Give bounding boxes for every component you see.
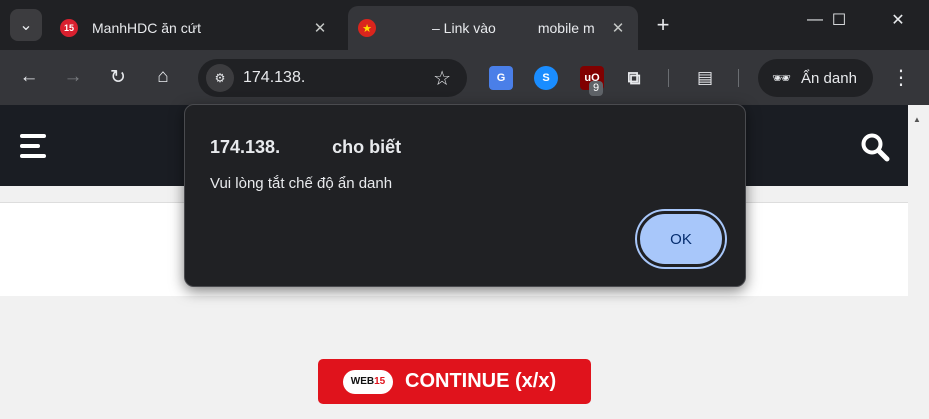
address-bar[interactable]: ⚙ 174.138. ☆ — [198, 59, 467, 97]
site-favicon-icon: 15 — [60, 19, 78, 37]
divider — [738, 69, 739, 87]
logo-text-a: WEB — [350, 376, 375, 387]
tab-title-mid: – Link vào — [432, 20, 496, 36]
dialog-title: 174.138. cho biết — [210, 137, 401, 158]
dialog-says: cho biết — [332, 137, 402, 157]
alert-dialog: 174.138. cho biết Vui lòng tắt chế độ ẩn … — [184, 104, 746, 287]
hamburger-menu-icon[interactable] — [20, 134, 46, 158]
tab-strip: ⌄ 15 ManhHDC ăn cứt ✕ ★ – Link vào mobile… — [0, 0, 929, 50]
site-info-icon[interactable]: ⚙ — [206, 64, 234, 92]
translate-extension-icon[interactable]: G — [489, 66, 513, 90]
logo-text-b: 15 — [374, 376, 386, 387]
scrollbar[interactable]: ▲ — [908, 105, 929, 419]
dialog-origin: 174.138. — [210, 137, 281, 157]
forward-button[interactable]: → — [58, 62, 88, 92]
vietnam-flag-icon: ★ — [358, 19, 376, 37]
browser-menu-icon[interactable]: ⋮ — [888, 62, 914, 92]
continue-button[interactable]: WEB 15 CONTINUE (x/x) — [318, 359, 591, 404]
divider — [668, 69, 669, 87]
shazam-extension-icon[interactable]: S — [534, 66, 558, 90]
tab-title: – Link vào mobile m — [390, 20, 608, 36]
dialog-message: Vui lòng tắt chế độ ẩn danh — [210, 175, 393, 192]
browser-toolbar: ← → ↻ ⌂ ⚙ 174.138. ☆ G S uO 9 ⧉ ▤ 🕶 Ẩn d… — [0, 50, 929, 105]
ok-button[interactable]: OK — [637, 211, 725, 267]
incognito-label: Ẩn danh — [801, 69, 857, 87]
maximize-button[interactable]: ☐ — [816, 0, 862, 40]
scroll-up-arrow-icon[interactable]: ▲ — [913, 115, 921, 124]
tab-link-vao[interactable]: ★ – Link vào mobile m ✕ — [348, 6, 638, 50]
close-tab-icon[interactable]: ✕ — [608, 18, 628, 38]
web15-logo: WEB 15 — [343, 369, 393, 394]
new-tab-button[interactable]: + — [650, 12, 676, 38]
back-button[interactable]: ← — [14, 62, 44, 92]
tab-search-button[interactable]: ⌄ — [10, 9, 42, 41]
continue-label: CONTINUE (x/x) — [405, 370, 557, 392]
close-tab-icon[interactable]: ✕ — [310, 18, 330, 38]
reading-list-icon[interactable]: ▤ — [693, 66, 717, 90]
bookmark-star-icon[interactable]: ☆ — [433, 66, 451, 91]
tab-title-right: mobile m — [537, 20, 595, 36]
chevron-down-icon: ⌄ — [19, 17, 33, 34]
reload-button[interactable]: ↻ — [103, 62, 133, 92]
home-button[interactable]: ⌂ — [148, 62, 178, 92]
tab-manhhdc[interactable]: 15 ManhHDC ăn cứt ✕ — [50, 6, 340, 50]
incognito-icon: 🕶 — [772, 70, 792, 87]
incognito-indicator[interactable]: 🕶 Ẩn danh — [758, 59, 873, 97]
extensions-puzzle-icon[interactable]: ⧉ — [622, 66, 646, 90]
extension-badge: 9 — [589, 81, 604, 96]
search-icon[interactable] — [860, 132, 890, 162]
tab-title: ManhHDC ăn cứt — [92, 20, 201, 36]
url-text[interactable]: 174.138. — [243, 69, 305, 87]
close-window-button[interactable]: ✕ — [875, 0, 921, 40]
